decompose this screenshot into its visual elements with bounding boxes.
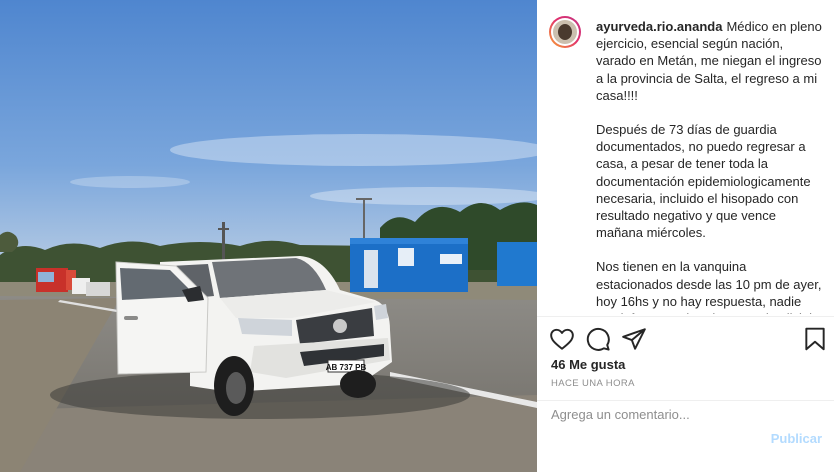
caption-paragraph: ayurveda.rio.ananda Médico en pleno ejerc… <box>596 18 824 104</box>
bookmark-icon <box>805 327 825 351</box>
avatar-ring <box>551 18 579 46</box>
share-button[interactable] <box>621 326 647 352</box>
post-caption: ayurveda.rio.ananda Médico en pleno ejerc… <box>596 18 824 314</box>
like-button[interactable] <box>549 326 575 352</box>
username-link[interactable]: ayurveda.rio.ananda <box>596 19 722 34</box>
heart-icon <box>550 328 574 350</box>
license-plate-text: AB 737 PB <box>326 363 367 372</box>
action-bar <box>537 316 834 357</box>
photo-scene: AB 737 PB <box>0 0 537 472</box>
post-side-panel: ayurveda.rio.ananda Médico en pleno ejerc… <box>537 0 834 472</box>
save-button[interactable] <box>802 326 828 352</box>
comment-icon <box>586 327 610 351</box>
instagram-post: AB 737 PB ayurveda.rio.ananda Médico en p… <box>0 0 834 472</box>
post-photo[interactable]: AB 737 PB <box>0 0 537 472</box>
post-timestamp[interactable]: HACE UNA HORA <box>551 378 635 389</box>
avatar-image <box>553 20 577 44</box>
avatar[interactable] <box>549 16 581 48</box>
avatar-face <box>558 24 572 40</box>
publish-button[interactable]: Publicar <box>771 431 822 446</box>
comment-button[interactable] <box>585 326 611 352</box>
comment-input[interactable] <box>551 405 771 423</box>
caption-paragraph: Después de 73 días de guardia documentad… <box>596 122 811 241</box>
caption-paragraph: Nos tienen en la vanquina estacionados d… <box>596 259 822 314</box>
comment-form: Publicar <box>537 400 834 473</box>
share-icon <box>622 328 646 350</box>
likes-count[interactable]: 46 Me gusta <box>551 357 625 372</box>
caption-area: ayurveda.rio.ananda Médico en pleno ejerc… <box>537 0 834 314</box>
